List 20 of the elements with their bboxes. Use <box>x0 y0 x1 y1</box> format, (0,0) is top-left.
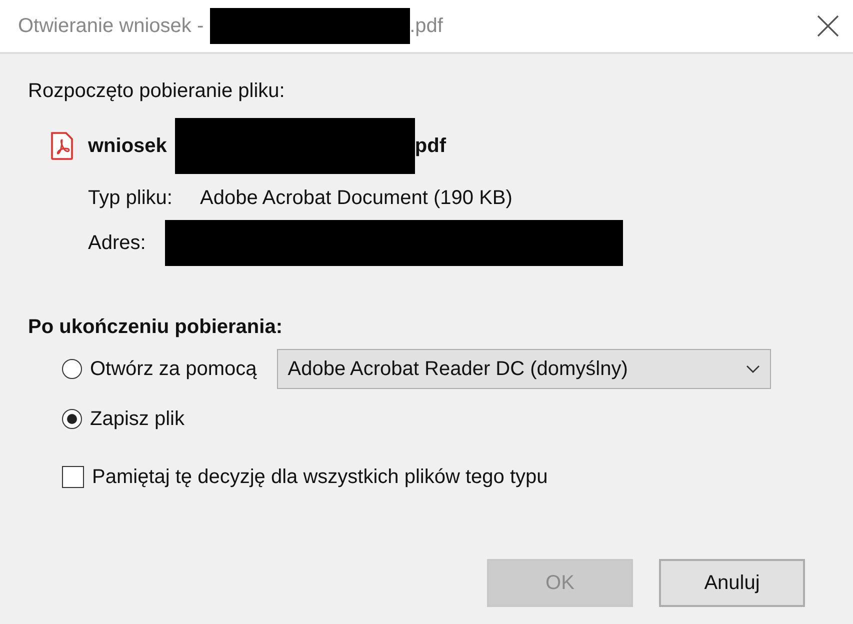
checkbox-label[interactable]: Pamiętaj tę decyzję dla wszystkich plików tego typu <box>92 466 548 488</box>
radio-button[interactable] <box>62 409 82 429</box>
file-type-label: Typ pliku: <box>88 187 174 210</box>
dialog-button[interactable]: Anuluj <box>659 559 805 607</box>
file-name: wniosek <box>88 134 167 158</box>
radio-button[interactable] <box>62 359 82 379</box>
file-name: pdf <box>414 134 446 158</box>
window-title: .pdf <box>410 14 443 38</box>
caret-icon <box>746 365 760 373</box>
window-title: Otwieranie wniosek - <box>18 14 204 38</box>
radio-label[interactable]: Zapisz plik <box>90 408 184 430</box>
address-label: Adres: <box>88 232 147 254</box>
file-type-value: Adobe Acrobat Document (190 KB) <box>200 187 514 210</box>
checkbox[interactable] <box>62 466 84 488</box>
radio-label[interactable]: Otwórz za pomocą <box>90 358 257 380</box>
section-heading: Po ukończeniu pobierania: <box>28 316 284 339</box>
close-icon[interactable] <box>817 15 839 37</box>
intro-text: Rozpoczęto pobieranie pliku: <box>28 80 286 103</box>
app-dropdown[interactable]: Adobe Acrobat Reader DC (domyślny) <box>276 349 771 389</box>
pdf-file-icon <box>50 132 74 160</box>
